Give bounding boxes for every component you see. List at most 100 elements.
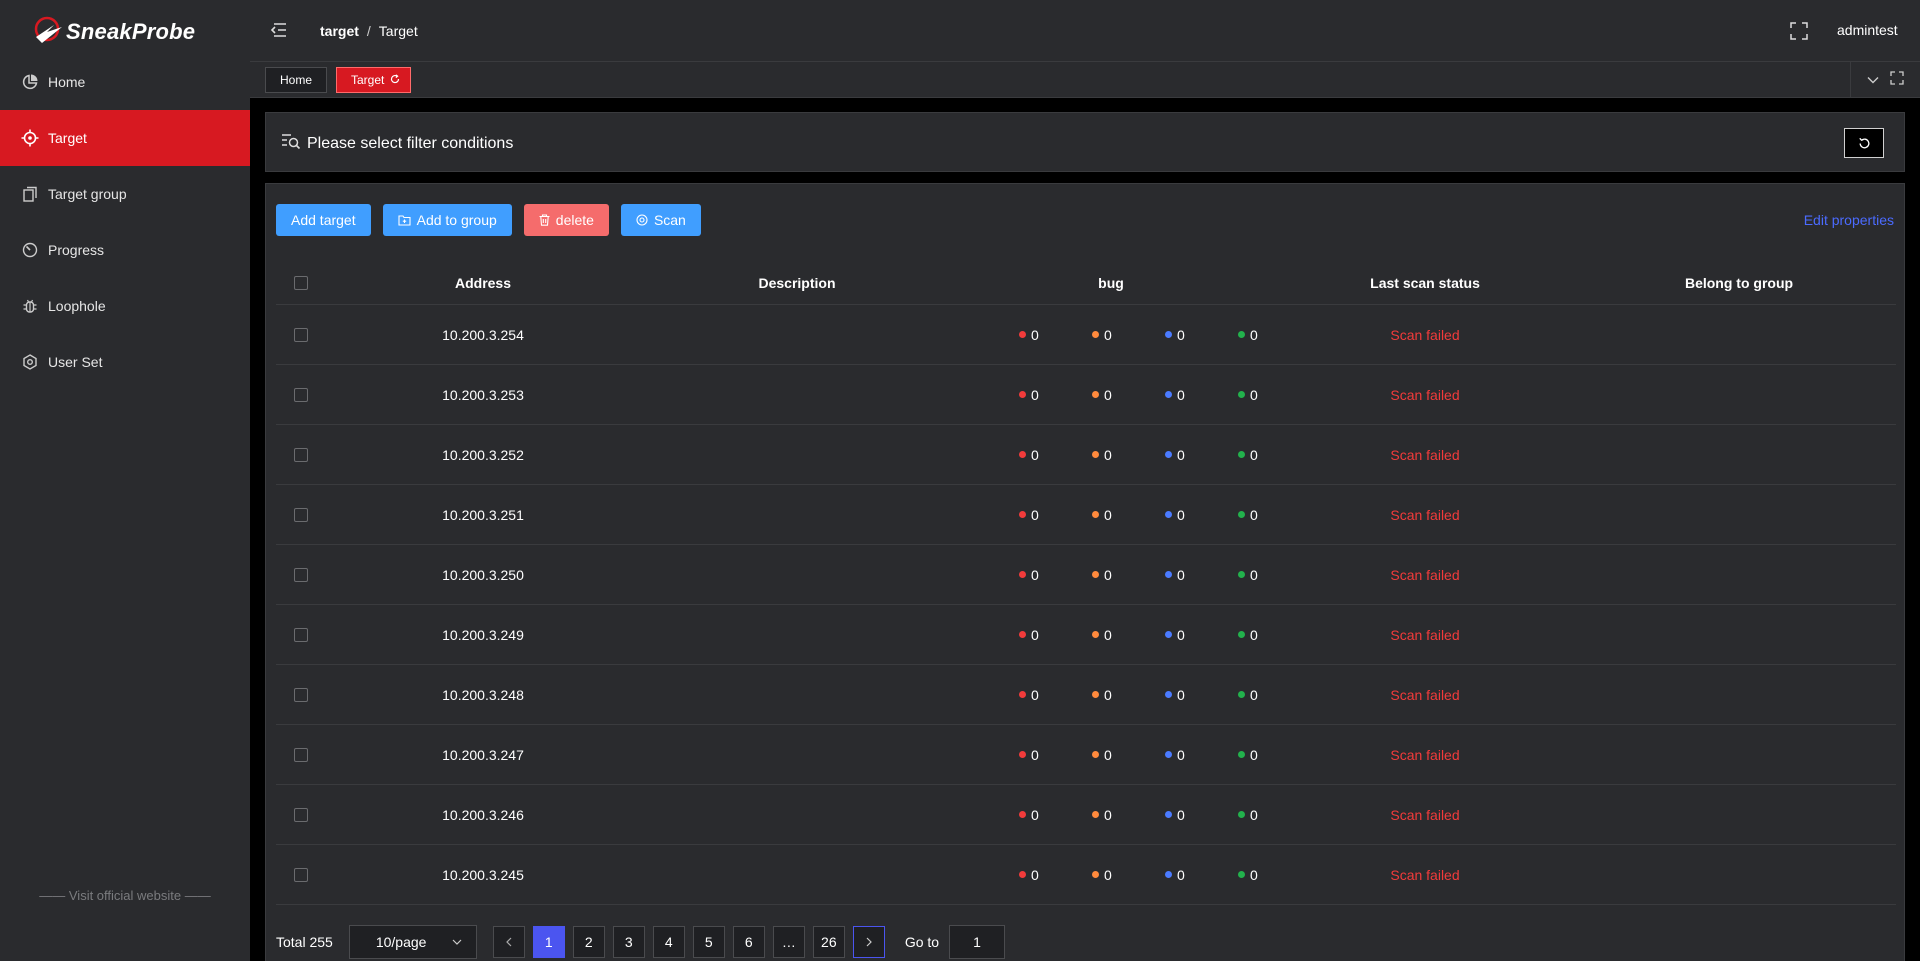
page-number-button[interactable]: 6: [732, 926, 765, 958]
bug-count-value: 0: [1104, 626, 1112, 643]
severity-dot: [1165, 631, 1172, 638]
fullscreen-icon[interactable]: [1790, 22, 1810, 42]
address-cell[interactable]: 10.200.3.252: [326, 425, 640, 484]
description-cell: [640, 305, 954, 364]
page-number-button[interactable]: 2: [572, 926, 605, 958]
address-cell[interactable]: 10.200.3.247: [326, 725, 640, 784]
bug-count-2: 0: [1092, 327, 1112, 343]
sidebar-item-home[interactable]: Home: [0, 54, 250, 110]
row-select-cell: [276, 485, 326, 544]
table-row[interactable]: 10.200.3.247 0 0 0 0 Scan failed: [276, 725, 1896, 785]
more-pages-button[interactable]: …: [772, 926, 805, 958]
row-select-cell: [276, 785, 326, 844]
select-all-checkbox[interactable]: [294, 275, 308, 290]
severity-dot: [1238, 511, 1245, 518]
severity-dot: [1238, 451, 1245, 458]
bug-count-4: 0: [1238, 507, 1258, 523]
column-header-address[interactable]: Address: [326, 261, 640, 304]
sidebar-item-loophole[interactable]: Loophole: [0, 278, 250, 334]
sidebar-item-progress[interactable]: Progress: [0, 222, 250, 278]
page-size-select[interactable]: 10/page: [348, 925, 477, 959]
sidebar-item-target[interactable]: Target: [0, 110, 250, 166]
severity-dot: [1165, 331, 1172, 338]
row-checkbox[interactable]: [294, 387, 308, 402]
address-cell[interactable]: 10.200.3.254: [326, 305, 640, 364]
address-cell[interactable]: 10.200.3.249: [326, 605, 640, 664]
filter-header[interactable]: Please select filter conditions: [281, 132, 513, 155]
page-number-button[interactable]: 4: [652, 926, 685, 958]
address-cell[interactable]: 10.200.3.245: [326, 845, 640, 904]
scan-status-cell: Scan failed: [1390, 686, 1460, 703]
severity-dot: [1019, 691, 1026, 698]
column-header-last-scan-status[interactable]: Last scan status: [1268, 261, 1582, 304]
column-header-description[interactable]: Description: [640, 261, 954, 304]
username-menu[interactable]: admintest: [1837, 22, 1898, 38]
severity-dot: [1092, 451, 1099, 458]
page-number-button[interactable]: 1: [532, 926, 565, 958]
next-page-button[interactable]: [852, 926, 885, 958]
row-checkbox[interactable]: [294, 867, 308, 882]
bug-count-4: 0: [1238, 567, 1258, 583]
scan-button[interactable]: Scan: [620, 204, 701, 236]
severity-dot: [1165, 511, 1172, 518]
severity-dot: [1019, 451, 1026, 458]
bug-counts: 0 0 0 0: [954, 605, 1268, 664]
column-header-bug[interactable]: bug: [954, 261, 1268, 304]
table-row[interactable]: 10.200.3.252 0 0 0 0 Scan failed: [276, 425, 1896, 485]
prev-page-button[interactable]: [492, 926, 525, 958]
table-row[interactable]: 10.200.3.253 0 0 0 0 Scan failed: [276, 365, 1896, 425]
sidebar-item-target-group[interactable]: Target group: [0, 166, 250, 222]
tab-target[interactable]: Target: [336, 67, 412, 93]
table-row[interactable]: 10.200.3.254 0 0 0 0 Scan failed: [276, 305, 1896, 365]
address-cell[interactable]: 10.200.3.248: [326, 665, 640, 724]
row-checkbox[interactable]: [294, 627, 308, 642]
row-checkbox[interactable]: [294, 507, 308, 522]
filter-search-icon: [281, 132, 301, 155]
scan-status-cell: Scan failed: [1390, 506, 1460, 523]
edit-properties-link[interactable]: Edit properties: [1804, 212, 1894, 228]
row-checkbox[interactable]: [294, 807, 308, 822]
description-cell: [640, 665, 954, 724]
goto-page-input[interactable]: 1: [949, 925, 1006, 959]
row-checkbox[interactable]: [294, 327, 308, 342]
severity-dot: [1019, 391, 1026, 398]
table-row[interactable]: 10.200.3.251 0 0 0 0 Scan failed: [276, 485, 1896, 545]
table-row[interactable]: 10.200.3.245 0 0 0 0 Scan failed: [276, 845, 1896, 905]
row-checkbox[interactable]: [294, 687, 308, 702]
sidebar-item-user-set[interactable]: User Set: [0, 334, 250, 390]
table-row[interactable]: 10.200.3.246 0 0 0 0 Scan failed: [276, 785, 1896, 845]
delete-button[interactable]: delete: [523, 204, 609, 236]
table-row[interactable]: 10.200.3.248 0 0 0 0 Scan failed: [276, 665, 1896, 725]
page-number-button[interactable]: 5: [692, 926, 725, 958]
fullscreen-content-icon[interactable]: [1890, 70, 1904, 90]
add-to-group-button[interactable]: Add to group: [382, 204, 512, 236]
bug-count-4: 0: [1238, 627, 1258, 643]
breadcrumb-item-target[interactable]: target: [320, 23, 359, 39]
refresh-tab-icon[interactable]: [390, 68, 400, 92]
bug-count-4: 0: [1238, 747, 1258, 763]
address-cell[interactable]: 10.200.3.251: [326, 485, 640, 544]
row-checkbox[interactable]: [294, 567, 308, 582]
bug-count-4: 0: [1238, 447, 1258, 463]
tab-home[interactable]: Home: [265, 67, 328, 93]
collapse-menu-icon[interactable]: [270, 22, 290, 40]
sidebar-item-label: Progress: [48, 242, 105, 258]
bug-count-3: 0: [1165, 327, 1185, 343]
add-target-button[interactable]: Add target: [276, 204, 371, 236]
table-row[interactable]: 10.200.3.249 0 0 0 0 Scan failed: [276, 605, 1896, 665]
reset-filter-button[interactable]: [1844, 128, 1884, 158]
row-checkbox[interactable]: [294, 747, 308, 762]
page-number-button[interactable]: 3: [612, 926, 645, 958]
column-header-belong-to-group[interactable]: Belong to group: [1582, 261, 1896, 304]
address-cell[interactable]: 10.200.3.250: [326, 545, 640, 604]
address-cell[interactable]: 10.200.3.253: [326, 365, 640, 424]
logo[interactable]: SneakProbe: [34, 8, 195, 56]
table-row[interactable]: 10.200.3.250 0 0 0 0 Scan failed: [276, 545, 1896, 605]
visit-official-website-link[interactable]: —— Visit official website ——: [0, 888, 250, 903]
chevron-down-icon[interactable]: [1867, 71, 1879, 89]
page-number-button[interactable]: 26: [812, 926, 845, 958]
address-cell[interactable]: 10.200.3.246: [326, 785, 640, 844]
severity-dot: [1092, 331, 1099, 338]
scan-status-cell: Scan failed: [1390, 446, 1460, 463]
row-checkbox[interactable]: [294, 447, 308, 462]
